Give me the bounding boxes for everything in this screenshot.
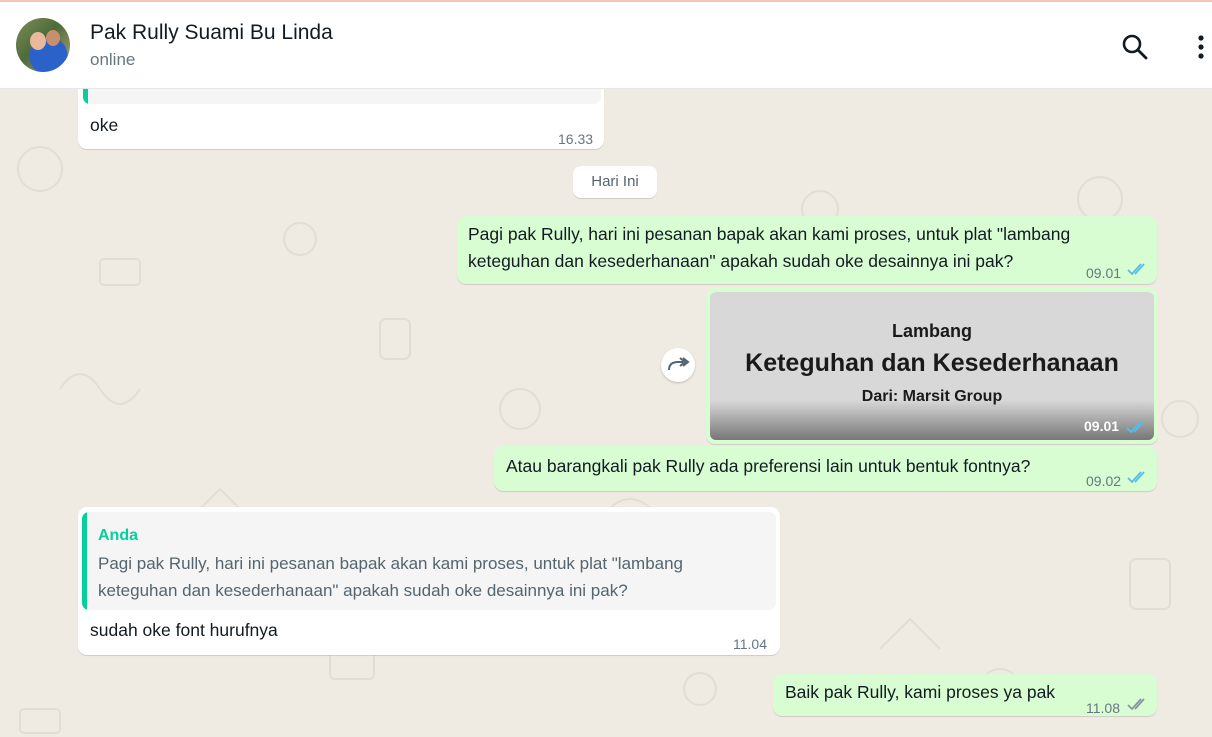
reply-quote-cropped[interactable] [83, 89, 601, 104]
message-text: oke [90, 115, 119, 135]
more-vert-icon[interactable] [1190, 32, 1212, 62]
read-receipt-icon [1127, 471, 1145, 484]
message-time: 16.33 [558, 131, 594, 147]
avatar-face-adult [46, 30, 60, 46]
contact-avatar[interactable] [16, 18, 70, 72]
chat-area[interactable]: oke 16.33 Hari Ini Pagi pak Rully, hari … [0, 89, 1212, 737]
message-time: 09.01 [1084, 418, 1120, 434]
forward-icon [668, 357, 690, 371]
message-bubble-outgoing[interactable]: Baik pak Rully, kami proses ya pak 11.08 [773, 674, 1157, 716]
message-time: 11.04 [733, 636, 767, 652]
contact-name[interactable]: Pak Rully Suami Bu Linda [90, 21, 333, 45]
message-time: 09.01 [1086, 265, 1122, 281]
message-bubble-incoming[interactable]: Anda Pagi pak Rully, hari ini pesanan ba… [78, 507, 780, 655]
quote-text: Pagi pak Rully, hari ini pesanan bapak a… [98, 554, 684, 600]
chat-header: Pak Rully Suami Bu Linda online [0, 2, 1212, 89]
message-bubble-outgoing[interactable]: Pagi pak Rully, hari ini pesanan bapak a… [457, 216, 1157, 284]
read-receipt-icon [1126, 421, 1144, 434]
message-text: Baik pak Rully, kami proses ya pak [785, 682, 1056, 702]
message-bubble-incoming[interactable]: oke 16.33 [78, 89, 604, 149]
search-icon[interactable] [1120, 32, 1150, 62]
message-time: 11.08 [1086, 700, 1120, 716]
avatar-face-child [30, 32, 46, 50]
quote-author: Anda [98, 527, 138, 544]
message-bubble-outgoing[interactable]: Atau barangkali pak Rully ada preferensi… [494, 446, 1157, 491]
quote-accent-bar [83, 89, 88, 104]
read-receipt-icon [1127, 263, 1145, 276]
image-text-line1: Lambang [891, 321, 972, 341]
message-text: Atau barangkali pak Rully ada preferensi… [506, 456, 1031, 476]
date-separator: Hari Ini [573, 166, 657, 198]
message-text: Pagi pak Rully, hari ini pesanan bapak a… [468, 224, 1071, 271]
image-text-line2: Keteguhan dan Kesederhanaan [745, 349, 1119, 377]
quote-accent-bar [82, 512, 87, 610]
design-preview-image[interactable]: Lambang Keteguhan dan Kesederhanaan Dari… [710, 292, 1154, 440]
reply-quote[interactable]: Anda Pagi pak Rully, hari ini pesanan ba… [82, 512, 776, 610]
message-text: sudah oke font hurufnya [90, 620, 278, 640]
contact-status: online [90, 50, 136, 69]
forward-button[interactable] [661, 348, 695, 382]
delivered-receipt-icon [1127, 698, 1145, 711]
message-time: 09.02 [1086, 473, 1122, 489]
